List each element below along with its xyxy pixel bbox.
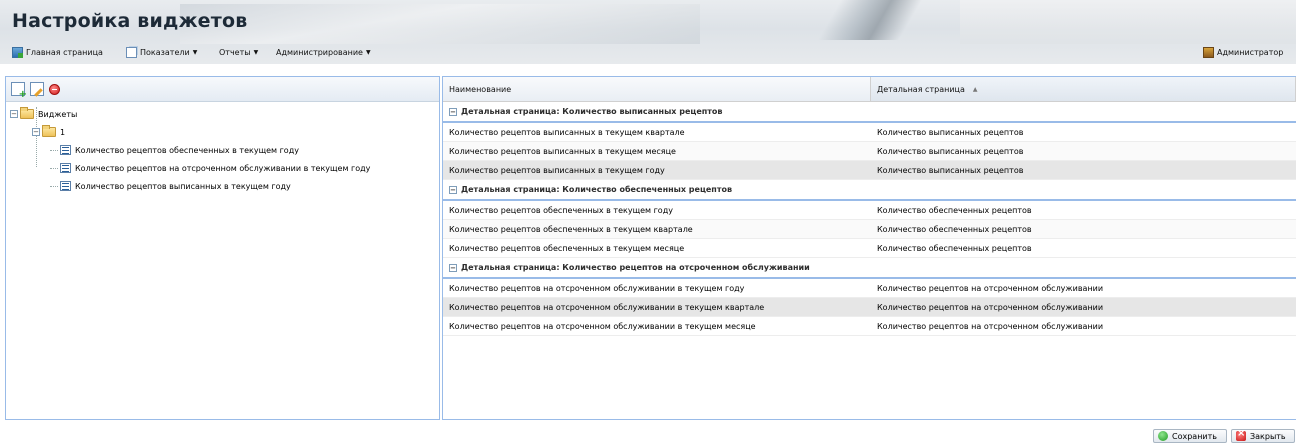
user-name: Администратор (1217, 48, 1284, 57)
menu-indicators-label: Показатели (140, 48, 190, 57)
tree-leaf[interactable]: Количество рецептов на отсроченном обслу… (6, 159, 439, 177)
close-button-label: Закрыть (1250, 431, 1286, 441)
cell-name: Количество рецептов на отсроченном обслу… (449, 302, 765, 312)
table-row[interactable]: Количество рецептов на отсроченном обслу… (443, 279, 1296, 298)
cell-name: Количество рецептов на отсроченном обслу… (449, 283, 745, 293)
widget-grid-panel: Наименование Детальная страница ▲ − Дета… (442, 76, 1296, 420)
tree-connector (50, 186, 58, 187)
column-header-name[interactable]: Наименование (443, 77, 871, 101)
tree-node-label: Виджеты (38, 109, 78, 119)
tree-leaf-label: Количество рецептов обеспеченных в текущ… (75, 145, 299, 155)
cell-detail-page: Количество выписанных рецептов (877, 146, 1024, 156)
cell-name: Количество рецептов обеспеченных в текущ… (449, 224, 693, 234)
cell-detail-page: Количество рецептов на отсроченном обслу… (877, 283, 1104, 293)
table-row[interactable]: Количество рецептов обеспеченных в текущ… (443, 239, 1296, 258)
close-icon (1236, 428, 1246, 441)
folder-icon (20, 107, 34, 119)
menu-reports[interactable]: Отчеты ▼ (219, 46, 258, 59)
cell-name: Количество рецептов выписанных в текущем… (449, 127, 685, 137)
header-background-pen (780, 0, 960, 40)
cell-detail-page: Количество выписанных рецептов (877, 165, 1024, 175)
cell-detail-page: Количество обеспеченных рецептов (877, 224, 1032, 234)
menu-reports-label: Отчеты (219, 48, 251, 57)
table-row[interactable]: Количество рецептов на отсроченном обслу… (443, 317, 1296, 336)
check-icon (1158, 431, 1168, 441)
chevron-down-icon: ▼ (365, 49, 371, 56)
cell-detail-page: Количество обеспеченных рецептов (877, 243, 1032, 253)
table-row[interactable]: Количество рецептов выписанных в текущем… (443, 161, 1296, 180)
grid-group-header[interactable]: − Детальная страница: Количество обеспеч… (443, 180, 1296, 201)
cell-detail-page: Количество рецептов на отсроченном обслу… (877, 302, 1104, 312)
edit-icon[interactable] (30, 82, 44, 96)
home-icon (12, 47, 23, 58)
cell-detail-page: Количество рецептов на отсроченном обслу… (877, 321, 1104, 331)
save-button-label: Сохранить (1172, 431, 1217, 441)
table-row[interactable]: Количество рецептов на отсроченном обслу… (443, 298, 1296, 317)
widget-icon (60, 163, 71, 173)
table-row[interactable]: Количество рецептов обеспеченных в текущ… (443, 220, 1296, 239)
collapse-icon[interactable]: − (32, 128, 40, 136)
grid-group-header[interactable]: − Детальная страница: Количество рецепто… (443, 258, 1296, 279)
user-menu[interactable]: Администратор (1203, 46, 1283, 59)
main-menu: Главная страница Показатели ▼ Отчеты ▼ А… (0, 42, 1296, 62)
widget-tree: − Виджеты − 1 Количество рецептов обеспе… (6, 102, 439, 195)
widget-tree-panel: − Виджеты − 1 Количество рецептов обеспе… (5, 76, 440, 420)
grid-group-header[interactable]: − Детальная страница: Количество выписан… (443, 102, 1296, 123)
menu-administration-label: Администрирование (276, 48, 363, 57)
tree-node-root[interactable]: − Виджеты (6, 105, 439, 123)
cell-name: Количество рецептов на отсроченном обслу… (449, 321, 756, 331)
tree-node-1[interactable]: − 1 (6, 123, 439, 141)
menu-home[interactable]: Главная страница (12, 46, 103, 59)
tree-leaf-label: Количество рецептов выписанных в текущем… (75, 181, 291, 191)
tree-leaf-label: Количество рецептов на отсроченном обслу… (75, 163, 371, 173)
cell-name: Количество рецептов выписанных в текущем… (449, 165, 665, 175)
grid-header: Наименование Детальная страница ▲ (443, 77, 1296, 102)
menu-indicators[interactable]: Показатели ▼ (126, 46, 197, 59)
close-button[interactable]: Закрыть (1231, 428, 1295, 443)
tree-connector (50, 168, 58, 169)
sort-asc-icon: ▲ (972, 85, 978, 93)
cell-name: Количество рецептов выписанных в текущем… (449, 146, 676, 156)
pages-icon (126, 47, 137, 58)
table-row[interactable]: Количество рецептов обеспеченных в текущ… (443, 201, 1296, 220)
collapse-icon[interactable]: − (449, 107, 457, 116)
cell-detail-page: Количество выписанных рецептов (877, 127, 1024, 137)
tree-connector (50, 150, 58, 151)
table-row[interactable]: Количество рецептов выписанных в текущем… (443, 123, 1296, 142)
tree-leaf[interactable]: Количество рецептов выписанных в текущем… (6, 177, 439, 195)
collapse-icon[interactable]: − (449, 263, 457, 272)
widget-icon (60, 181, 71, 191)
chevron-down-icon: ▼ (253, 49, 259, 56)
delete-icon[interactable] (49, 84, 60, 95)
cell-detail-page: Количество обеспеченных рецептов (877, 205, 1032, 215)
chevron-down-icon: ▼ (192, 49, 198, 56)
save-button[interactable]: Сохранить (1153, 429, 1227, 443)
cell-name: Количество рецептов обеспеченных в текущ… (449, 205, 673, 215)
app-header: Настройка виджетов Главная страница Пока… (0, 0, 1296, 64)
folder-icon (42, 125, 56, 137)
collapse-icon[interactable]: − (10, 110, 18, 118)
tree-node-label: 1 (60, 127, 66, 137)
widget-icon (60, 145, 71, 155)
header-background-paper (960, 0, 1296, 44)
collapse-icon[interactable]: − (449, 185, 457, 194)
cell-name: Количество рецептов обеспеченных в текущ… (449, 243, 685, 253)
user-icon (1203, 47, 1214, 58)
menu-home-label: Главная страница (26, 48, 103, 57)
header-background-image (180, 4, 700, 44)
page-title: Настройка виджетов (12, 10, 248, 32)
tree-toolbar (6, 77, 439, 102)
menu-administration[interactable]: Администрирование ▼ (276, 46, 371, 59)
add-icon[interactable] (11, 82, 27, 100)
table-row[interactable]: Количество рецептов выписанных в текущем… (443, 142, 1296, 161)
tree-leaf[interactable]: Количество рецептов обеспеченных в текущ… (6, 141, 439, 159)
column-header-detail-page[interactable]: Детальная страница ▲ (871, 77, 1296, 101)
